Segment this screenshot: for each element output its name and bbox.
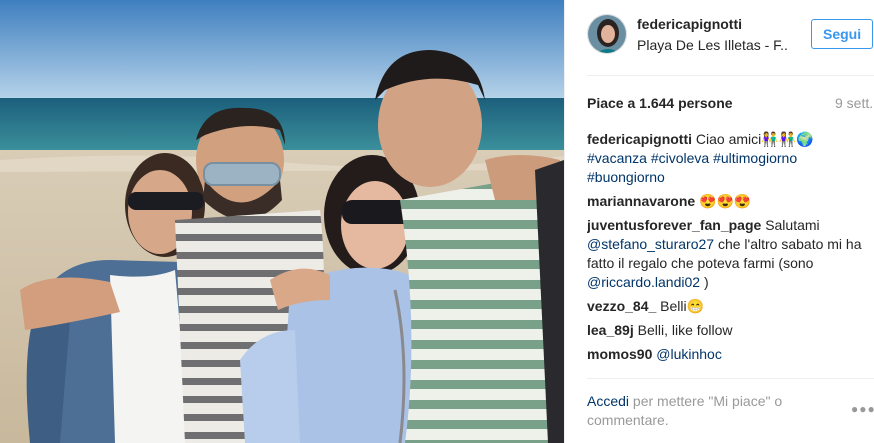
comment-mention[interactable]: @stefano_sturaro27: [587, 236, 714, 252]
comment-item: juventusforever_fan_page Salutami @stefa…: [587, 216, 871, 292]
comment-username[interactable]: momos90: [587, 346, 652, 362]
more-options-icon[interactable]: ●●●: [851, 402, 874, 416]
comment-item: lea_89j Belli, like follow: [587, 321, 871, 340]
comment-item: momos90 @lukinhoc: [587, 345, 871, 364]
footer-divider: [587, 378, 874, 379]
follow-button[interactable]: Segui: [811, 19, 873, 49]
caption: federicapignotti Ciao amici👫👫🌍 #vacanza …: [587, 130, 871, 187]
post-time[interactable]: 9 sett.: [835, 95, 873, 111]
comment-text: ): [703, 274, 709, 290]
comment-username[interactable]: lea_89j: [587, 322, 634, 338]
post-header: federicapignotti Playa De Les Illetas - …: [565, 0, 874, 72]
avatar[interactable]: [587, 14, 627, 54]
post-location[interactable]: Playa De Les Illetas - F..: [637, 37, 788, 53]
comment-item: mariannavarone 😍😍😍: [587, 192, 871, 211]
comment-text: 😍😍😍: [699, 193, 752, 209]
comments-list[interactable]: federicapignotti Ciao amici👫👫🌍 #vacanza …: [587, 130, 871, 370]
post-username[interactable]: federicapignotti: [637, 16, 742, 32]
post-sidebar: federicapignotti Playa De Les Illetas - …: [564, 0, 874, 443]
comment-mention[interactable]: @riccardo.landi02: [587, 274, 700, 290]
caption-text: Ciao amici👫👫🌍: [695, 131, 814, 147]
header-divider: [587, 75, 874, 76]
comment-text: Salutami: [765, 217, 820, 233]
comment-text: Belli, like follow: [637, 322, 733, 338]
comment-item: vezzo_84_ Belli😁: [587, 297, 871, 316]
login-link[interactable]: Accedi: [587, 393, 629, 409]
comment-username[interactable]: mariannavarone: [587, 193, 695, 209]
likes-count[interactable]: Piace a 1.644 persone: [587, 95, 733, 111]
instagram-post-page: federicapignotti Playa De Les Illetas - …: [0, 0, 874, 443]
login-prompt: Accedi per mettere "Mi piace" o commenta…: [587, 392, 817, 430]
post-photo[interactable]: [0, 0, 564, 443]
comment-username[interactable]: juventusforever_fan_page: [587, 217, 761, 233]
caption-username[interactable]: federicapignotti: [587, 131, 692, 147]
comment-text: Belli😁: [660, 298, 705, 314]
caption-hashtags[interactable]: #vacanza #civoleva #ultimogiorno #buongi…: [587, 150, 797, 185]
comment-mention[interactable]: @lukinhoc: [656, 346, 722, 362]
comment-username[interactable]: vezzo_84_: [587, 298, 656, 314]
